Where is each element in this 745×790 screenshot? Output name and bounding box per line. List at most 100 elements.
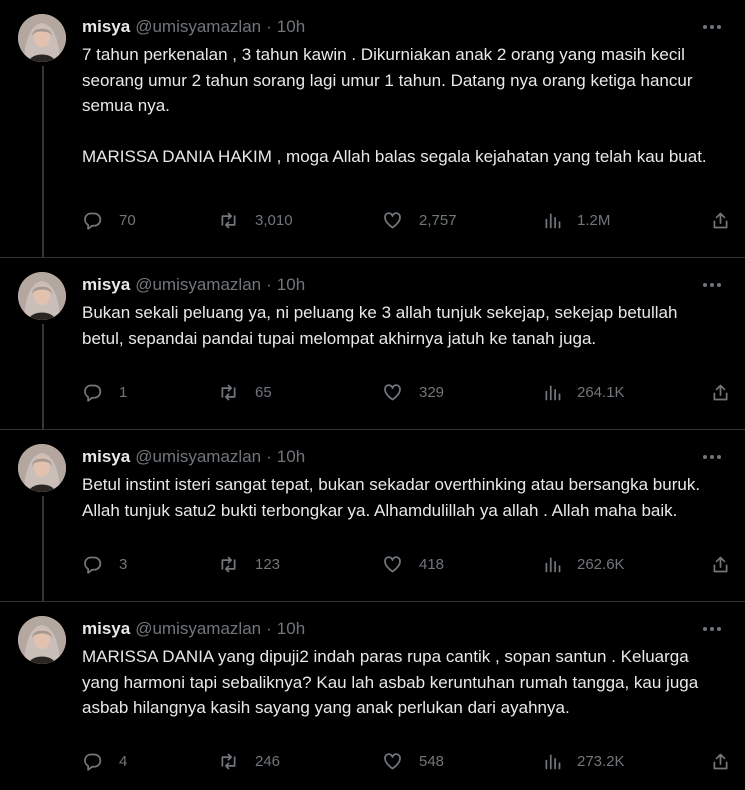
profile-photo-icon xyxy=(18,444,66,492)
more-options-icon[interactable] xyxy=(701,446,723,468)
tweet-text: Betul instint isteri sangat tepat, bukan… xyxy=(82,472,722,523)
retweet-button[interactable]: 65 xyxy=(218,380,272,404)
reply-count: 3 xyxy=(119,555,128,573)
user-handle[interactable]: @umisyamazlan xyxy=(135,275,261,295)
views-chart-icon xyxy=(545,213,561,228)
reply-icon xyxy=(84,556,102,574)
like-count: 418 xyxy=(419,555,445,573)
view-count: 273.2K xyxy=(577,752,625,770)
like-count: 548 xyxy=(419,752,445,770)
like-count: 2,757 xyxy=(419,211,457,229)
profile-photo-icon xyxy=(18,14,66,62)
retweet-icon xyxy=(221,212,236,228)
tweet-paragraph: 7 tahun perkenalan , 3 tahun kawin . Dik… xyxy=(82,45,693,115)
share-icon xyxy=(713,753,727,769)
tweet-actions: 4 246 548 273.2K xyxy=(82,749,732,773)
header-separator: · xyxy=(266,275,272,294)
share-button[interactable] xyxy=(708,552,732,576)
view-count: 1.2M xyxy=(577,211,611,229)
view-count: 262.6K xyxy=(577,555,625,573)
like-button[interactable]: 2,757 xyxy=(382,208,457,232)
reply-count: 4 xyxy=(119,752,128,770)
more-options-icon[interactable] xyxy=(701,618,723,640)
views-chart-icon xyxy=(545,754,561,769)
retweet-count: 123 xyxy=(255,555,281,573)
share-icon xyxy=(713,384,727,400)
avatar[interactable] xyxy=(18,616,66,664)
user-handle[interactable]: @umisyamazlan xyxy=(135,17,261,37)
avatar[interactable] xyxy=(18,272,66,320)
heart-icon xyxy=(384,383,401,400)
thread-connector xyxy=(42,324,44,430)
reply-button[interactable]: 70 xyxy=(82,208,136,232)
thread-connector xyxy=(42,496,44,602)
share-icon xyxy=(713,556,727,572)
heart-icon xyxy=(384,752,401,769)
tweet-text: 7 tahun perkenalan , 3 tahun kawin . Dik… xyxy=(82,42,722,170)
heart-icon xyxy=(384,555,401,572)
tweet-text: MARISSA DANIA yang dipuji2 indah paras r… xyxy=(82,644,722,721)
tweet[interactable]: misya @umisyamazlan · 10h Betul instint … xyxy=(0,430,745,602)
timestamp[interactable]: 10h xyxy=(277,619,305,639)
views-button[interactable]: 1.2M xyxy=(542,208,610,232)
tweet-header: misya @umisyamazlan · 10h xyxy=(82,618,305,640)
thread-connector xyxy=(42,66,44,258)
retweet-icon xyxy=(221,556,236,572)
tweet-actions: 1 65 329 264.1K xyxy=(82,380,732,404)
share-button[interactable] xyxy=(708,749,732,773)
display-name[interactable]: misya xyxy=(82,447,130,467)
like-button[interactable]: 548 xyxy=(382,749,444,773)
reply-icon xyxy=(84,384,102,402)
heart-icon xyxy=(384,211,401,228)
retweet-button[interactable]: 246 xyxy=(218,749,280,773)
reply-icon xyxy=(84,753,102,771)
reply-count: 1 xyxy=(119,383,128,401)
tweet-header: misya @umisyamazlan · 10h xyxy=(82,16,305,38)
timestamp[interactable]: 10h xyxy=(277,17,305,37)
display-name[interactable]: misya xyxy=(82,17,130,37)
reply-count: 70 xyxy=(119,211,136,229)
retweet-button[interactable]: 123 xyxy=(218,552,280,576)
user-handle[interactable]: @umisyamazlan xyxy=(135,619,261,639)
share-button[interactable] xyxy=(708,208,732,232)
more-options-icon[interactable] xyxy=(701,274,723,296)
more-options-icon[interactable] xyxy=(701,16,723,38)
tweet-thread: misya @umisyamazlan · 10h 7 tahun perken… xyxy=(0,0,745,790)
avatar[interactable] xyxy=(18,14,66,62)
tweet-header: misya @umisyamazlan · 10h xyxy=(82,274,305,296)
share-button[interactable] xyxy=(708,380,732,404)
retweet-icon xyxy=(221,384,236,400)
like-button[interactable]: 329 xyxy=(382,380,444,404)
views-button[interactable]: 273.2K xyxy=(542,749,625,773)
display-name[interactable]: misya xyxy=(82,275,130,295)
tweet-paragraph: Betul instint isteri sangat tepat, bukan… xyxy=(82,475,701,520)
tweet-actions: 3 123 418 262.6K xyxy=(82,552,732,576)
timestamp[interactable]: 10h xyxy=(277,275,305,295)
tweet[interactable]: misya @umisyamazlan · 10h 7 tahun perken… xyxy=(0,0,745,258)
view-count: 264.1K xyxy=(577,383,625,401)
tweet[interactable]: misya @umisyamazlan · 10h Bukan sekali p… xyxy=(0,258,745,430)
views-button[interactable]: 264.1K xyxy=(542,380,625,404)
profile-photo-icon xyxy=(18,272,66,320)
tweet-actions: 70 3,010 2,757 1.2M xyxy=(82,208,732,232)
reply-button[interactable]: 4 xyxy=(82,749,127,773)
retweet-count: 3,010 xyxy=(255,211,293,229)
tweet[interactable]: misya @umisyamazlan · 10h MARISSA DANIA … xyxy=(0,602,745,790)
retweet-icon xyxy=(221,753,236,769)
views-button[interactable]: 262.6K xyxy=(542,552,625,576)
user-handle[interactable]: @umisyamazlan xyxy=(135,447,261,467)
retweet-button[interactable]: 3,010 xyxy=(218,208,293,232)
reply-button[interactable]: 3 xyxy=(82,552,127,576)
header-separator: · xyxy=(266,17,272,36)
tweet-paragraph: MARISSA DANIA yang dipuji2 indah paras r… xyxy=(82,647,699,717)
reply-icon xyxy=(84,212,102,230)
reply-button[interactable]: 1 xyxy=(82,380,127,404)
retweet-count: 65 xyxy=(255,383,272,401)
tweet-header: misya @umisyamazlan · 10h xyxy=(82,446,305,468)
profile-photo-icon xyxy=(18,616,66,664)
like-button[interactable]: 418 xyxy=(382,552,444,576)
tweet-text: Bukan sekali peluang ya, ni peluang ke 3… xyxy=(82,300,722,351)
display-name[interactable]: misya xyxy=(82,619,130,639)
avatar[interactable] xyxy=(18,444,66,492)
timestamp[interactable]: 10h xyxy=(277,447,305,467)
